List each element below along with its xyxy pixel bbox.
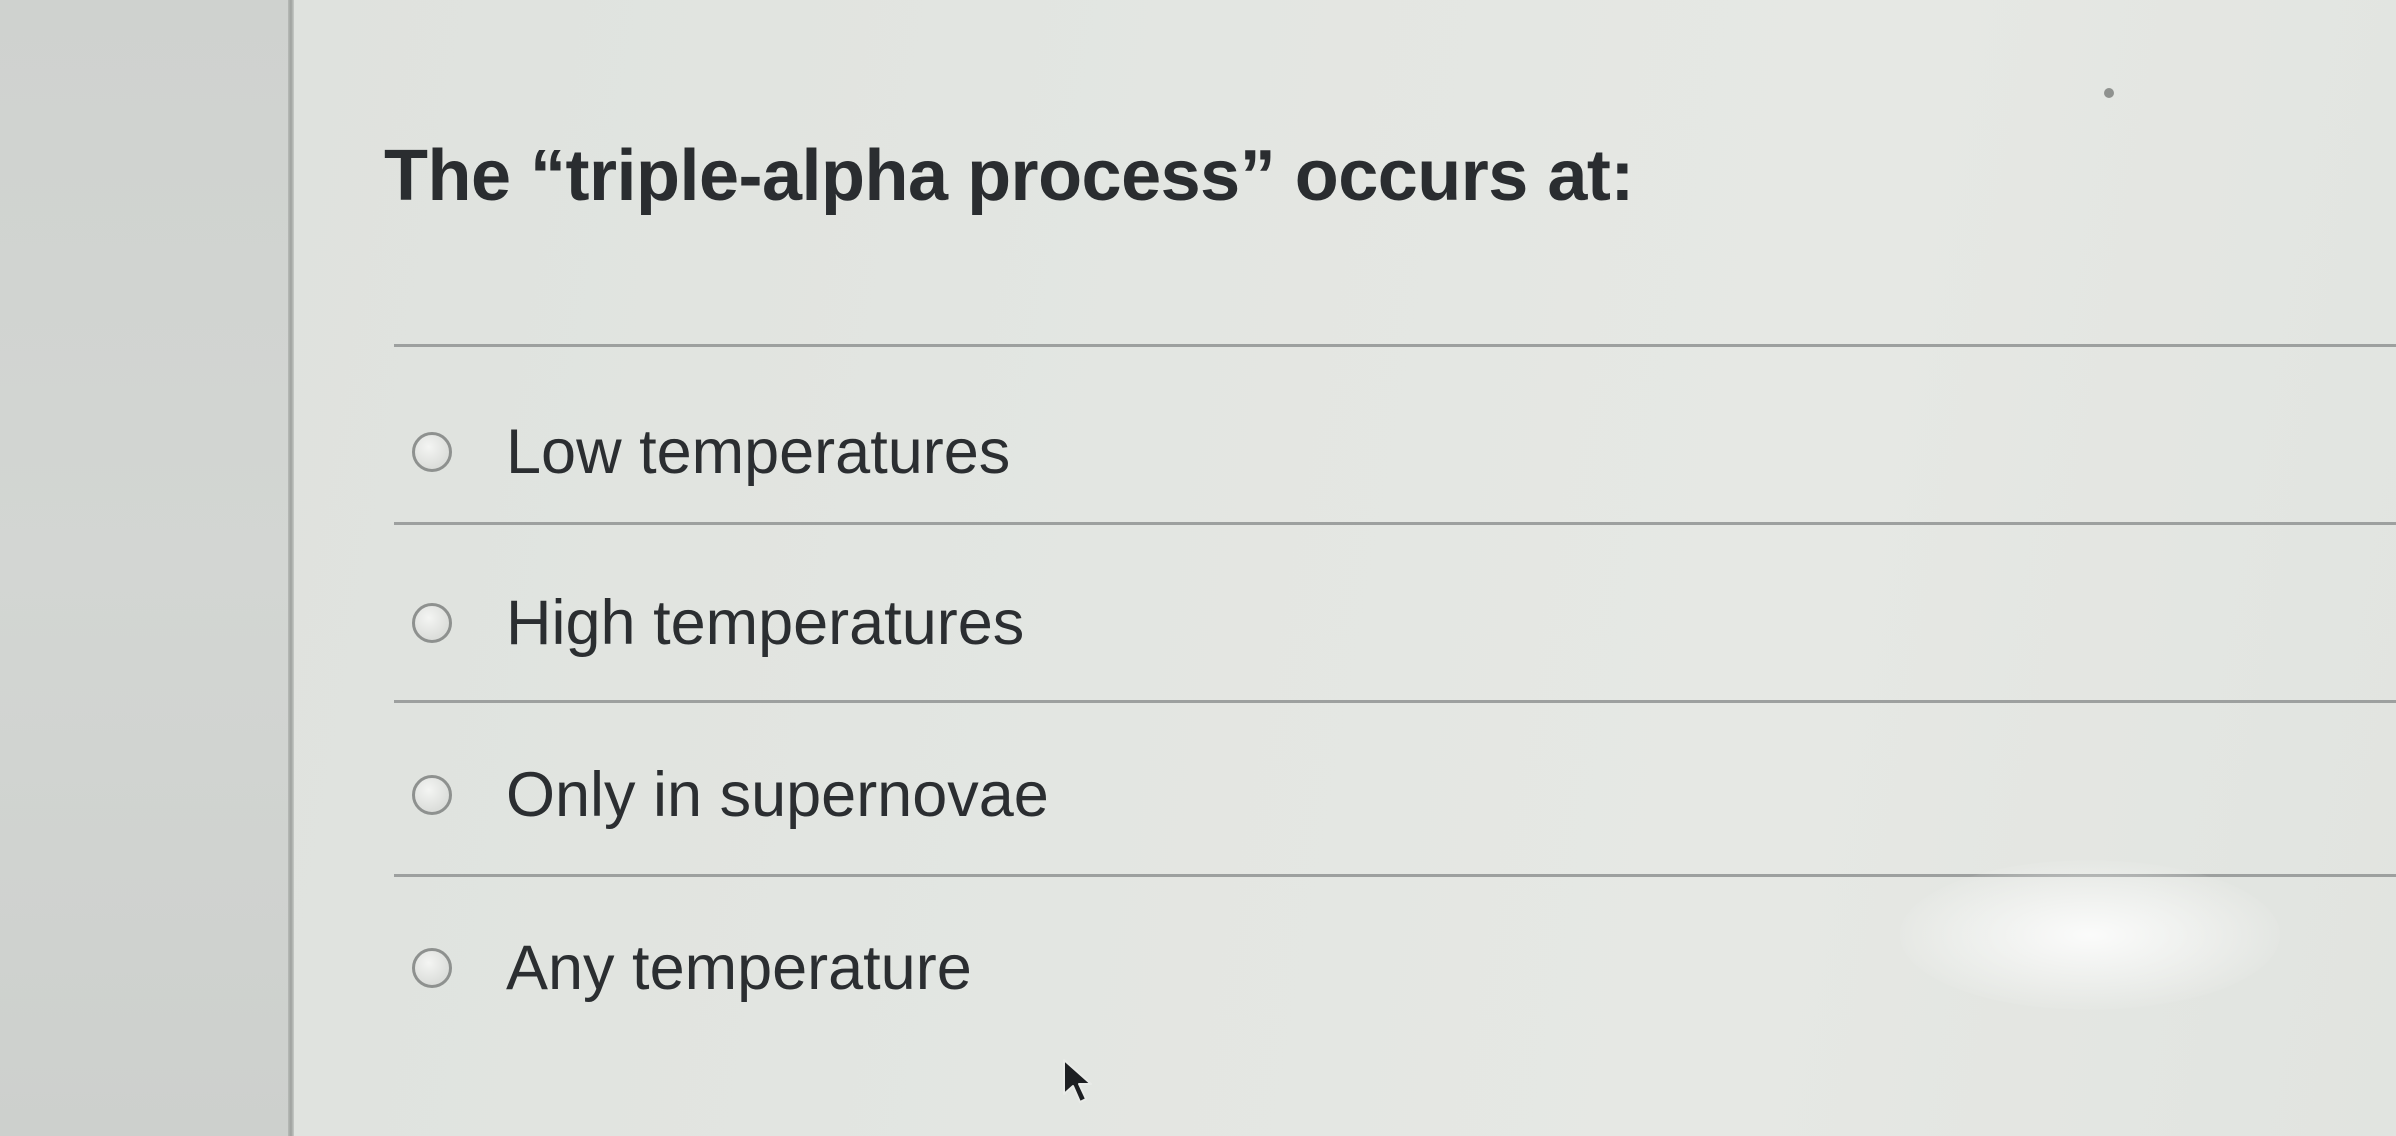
answer-option-low-temperatures[interactable]: Low temperatures (412, 407, 1010, 497)
option-divider (394, 522, 2396, 525)
radio-button-icon[interactable] (412, 948, 452, 988)
radio-button-icon[interactable] (412, 432, 452, 472)
question-text: The “triple-alpha process” occurs at: (384, 136, 1634, 216)
answer-option-any-temperature[interactable]: Any temperature (412, 923, 972, 1013)
answer-label: Low temperatures (506, 417, 1011, 487)
option-divider (394, 700, 2396, 703)
answer-option-high-temperatures[interactable]: High temperatures (412, 578, 1024, 668)
question-divider (394, 344, 2396, 347)
answer-option-only-in-supernovae[interactable]: Only in supernovae (412, 750, 1049, 840)
screen: The “triple-alpha process” occurs at: Lo… (0, 0, 2396, 1136)
option-divider (394, 874, 2396, 877)
screen-speck (2104, 88, 2114, 98)
radio-button-icon[interactable] (412, 603, 452, 643)
answer-label: Any temperature (506, 933, 972, 1003)
left-panel (0, 0, 292, 1136)
answer-label: Only in supernovae (506, 760, 1049, 830)
radio-button-icon[interactable] (412, 775, 452, 815)
mouse-pointer-icon (1063, 1059, 1092, 1103)
answer-label: High temperatures (506, 588, 1025, 658)
